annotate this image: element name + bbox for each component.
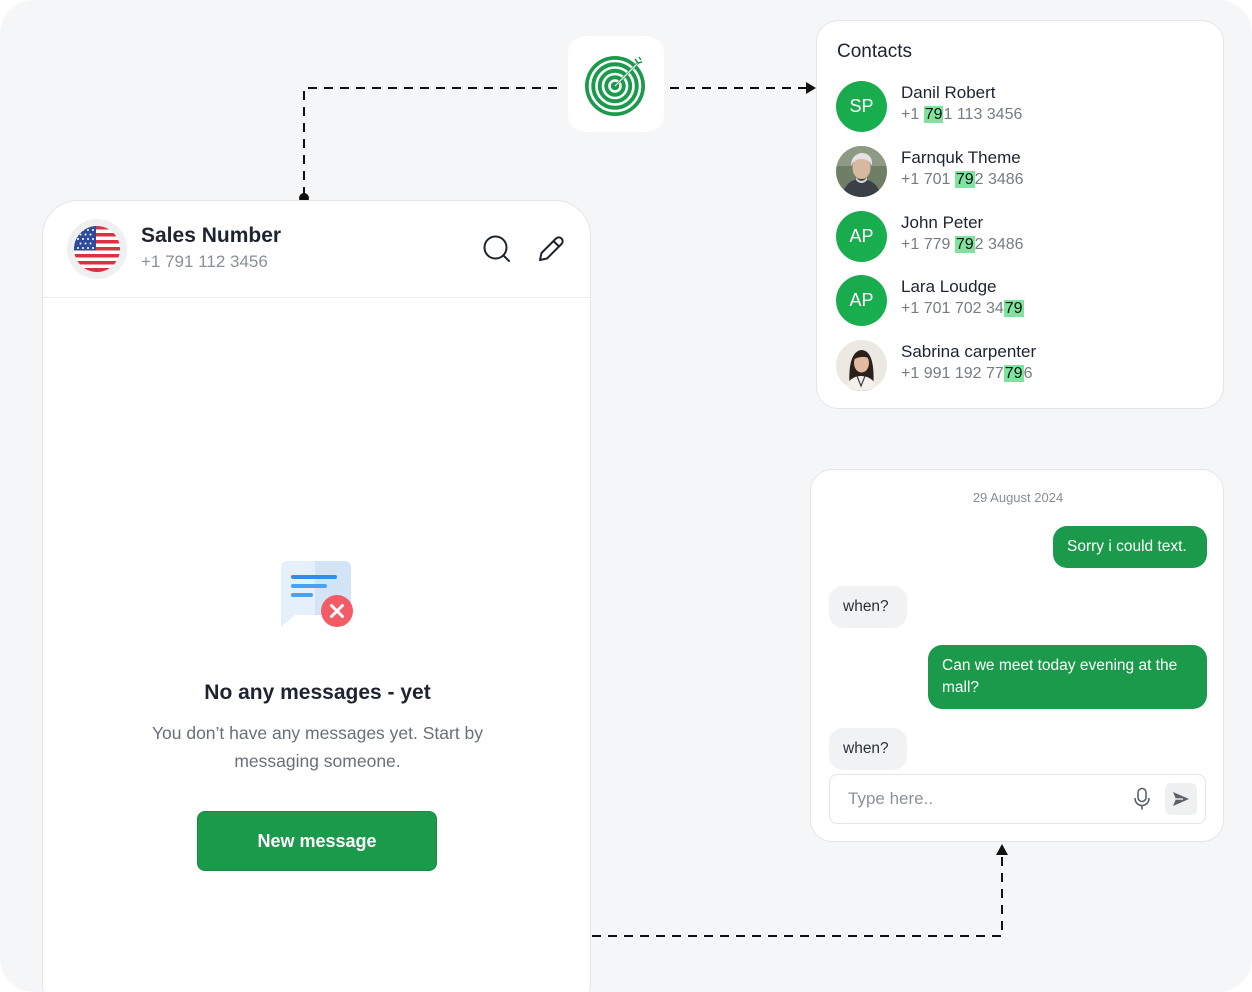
phone-match-highlight: 79	[1003, 365, 1024, 382]
chat-card: 29 August 2024 Sorry i could text. when?…	[810, 469, 1224, 842]
avatar: AP	[836, 211, 887, 262]
phone-header: Sales Number +1 791 112 3456	[43, 201, 590, 298]
mic-button[interactable]	[1130, 787, 1154, 811]
contact-name: Danil Robert	[901, 83, 996, 102]
send-icon	[1173, 792, 1189, 806]
phone-match-highlight: 79	[954, 171, 975, 188]
mic-icon	[1134, 787, 1150, 810]
us-flag-icon	[74, 226, 120, 272]
phone-match-highlight: 79	[954, 236, 975, 253]
contact-item[interactable]: Sabrina carpenter +1 991 192 77796	[836, 340, 1206, 392]
contact-phone: +1 791 113 3456	[901, 106, 1023, 123]
avatar	[836, 340, 887, 391]
chat-date: 29 August 2024	[972, 490, 1064, 505]
message-bubble-outgoing: Can we meet today evening at the mall?	[928, 645, 1207, 709]
message-bubble-outgoing: Sorry i could text.	[1053, 526, 1207, 568]
search-button[interactable]	[481, 233, 513, 265]
contact-phone: +1 701 702 3479	[901, 300, 1024, 317]
phone-panel: Sales Number +1 791 112 3456 No any mess…	[42, 200, 591, 992]
contacts-card: Contacts SP Danil Robert +1 791 113 3456…	[816, 20, 1224, 409]
message-error-icon	[279, 559, 357, 636]
phone-match-highlight: 79	[923, 106, 944, 123]
empty-title: No any messages - yet	[204, 681, 431, 704]
new-message-button[interactable]: New message	[197, 811, 437, 871]
contact-phone: +1 701 792 3486	[901, 171, 1024, 188]
canvas: Sales Number +1 791 112 3456 No any mess…	[0, 0, 1252, 992]
contacts-title: Contacts	[837, 41, 912, 62]
message-bubble-incoming: when?	[829, 586, 907, 628]
avatar	[836, 146, 887, 197]
sales-number: +1 791 112 3456	[141, 252, 268, 271]
compose-button[interactable]	[535, 233, 567, 265]
contact-item[interactable]: AP Lara Loudge +1 701 702 3479	[836, 275, 1206, 327]
page-title: Sales Number	[141, 224, 282, 247]
contact-name: John Peter	[901, 213, 984, 232]
contact-item[interactable]: AP John Peter +1 779 792 3486	[836, 211, 1206, 263]
empty-description: You don’t have any messages yet. Start b…	[151, 723, 484, 771]
edit-icon	[539, 236, 564, 261]
message-composer	[829, 774, 1206, 824]
target-tile	[568, 36, 664, 132]
avatar: AP	[836, 275, 887, 326]
contact-item[interactable]: Farnquk Theme +1 701 792 3486	[836, 146, 1206, 198]
elderly-man-photo	[836, 146, 887, 197]
avatar: SP	[836, 81, 887, 132]
avatar	[67, 219, 127, 279]
phone-match-highlight: 79	[1003, 300, 1024, 317]
target-icon	[585, 56, 645, 116]
contact-phone: +1 779 792 3486	[901, 236, 1024, 253]
message-input[interactable]	[830, 775, 1120, 823]
contact-phone: +1 991 192 77796	[901, 365, 1033, 382]
message-bubble-incoming: when?	[829, 728, 907, 770]
woman-photo	[836, 340, 887, 391]
contact-item[interactable]: SP Danil Robert +1 791 113 3456	[836, 81, 1206, 133]
send-button[interactable]	[1165, 783, 1197, 815]
contact-name: Farnquk Theme	[901, 148, 1021, 167]
search-icon	[483, 235, 510, 262]
contact-name: Lara Loudge	[901, 277, 997, 296]
contact-name: Sabrina carpenter	[901, 342, 1037, 361]
